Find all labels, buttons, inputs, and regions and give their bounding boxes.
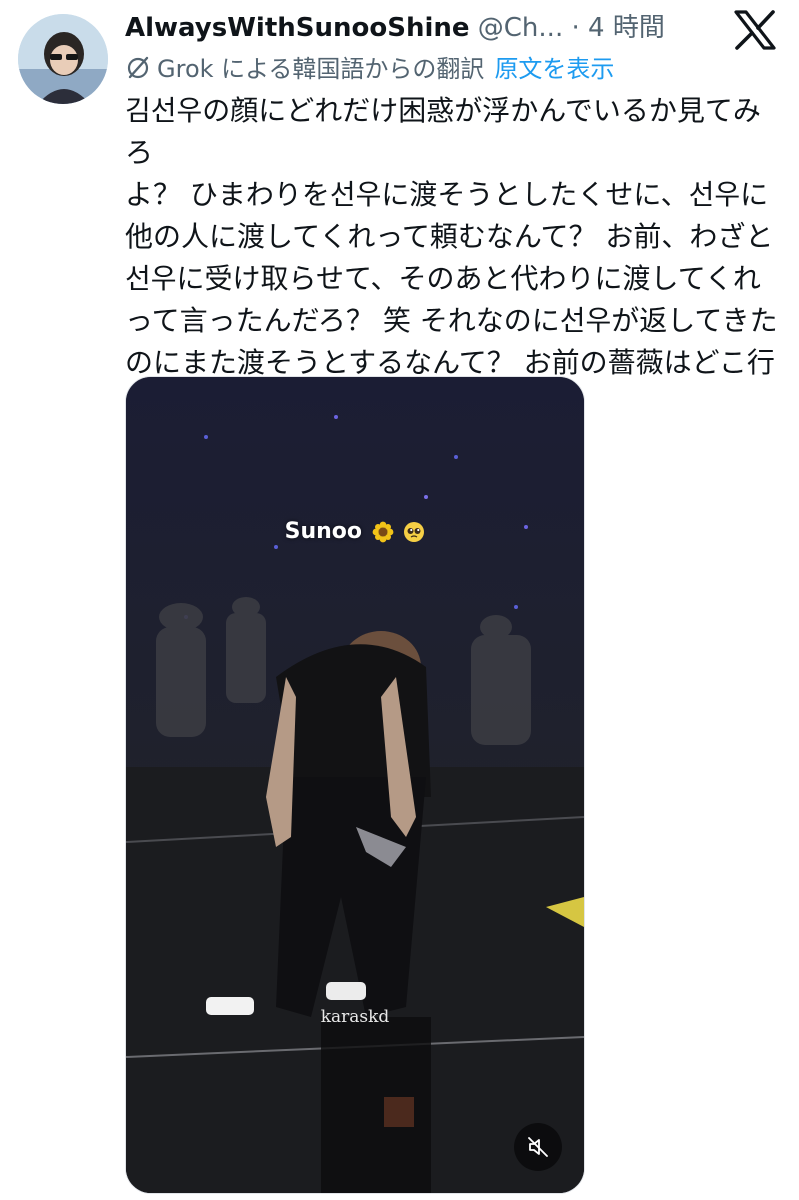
video-caption: Sunoo — [126, 519, 584, 544]
video-player[interactable]: Sunoo karaskd — [125, 376, 585, 1194]
grok-icon — [127, 56, 149, 79]
translation-notice: Grok による韓国語からの翻訳 原文を表示 — [125, 52, 614, 86]
speaker-muted-icon — [528, 1137, 548, 1157]
separator-dot: · — [571, 13, 580, 43]
avatar-photo — [18, 14, 108, 104]
tweet-header: AlwaysWithSunooShine @Ch... · 4 時間 — [125, 10, 725, 46]
x-logo-icon — [734, 10, 776, 50]
show-original-link[interactable]: 原文を表示 — [494, 55, 614, 83]
video-watermark: karaskd — [320, 1007, 390, 1027]
author-handle[interactable]: @Ch... — [478, 13, 563, 43]
translation-label: Grok による韓国語からの翻訳 — [157, 55, 485, 83]
sunflower-icon — [372, 521, 394, 543]
author-display-name[interactable]: AlwaysWithSunooShine — [125, 13, 470, 43]
video-frame — [126, 377, 584, 1193]
mute-toggle-button[interactable] — [514, 1123, 562, 1171]
caption-text: Sunoo — [284, 519, 363, 544]
tweet-timestamp[interactable]: 4 時間 — [588, 13, 665, 43]
pleading-face-icon — [404, 522, 425, 542]
tweet[interactable]: AlwaysWithSunooShine @Ch... · 4 時間 Grok … — [0, 0, 799, 1200]
author-avatar[interactable] — [18, 14, 108, 104]
